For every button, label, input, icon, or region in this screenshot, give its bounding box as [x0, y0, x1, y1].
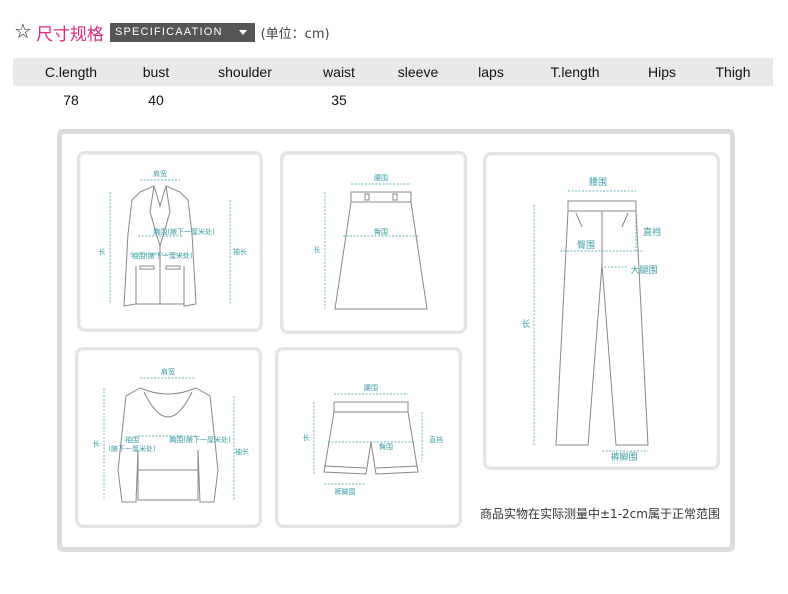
- val-bust: 40: [148, 92, 164, 108]
- pants-length-label: 长: [521, 318, 530, 330]
- jacket-waist-label: 袖围(腋下一厘米处): [131, 251, 193, 260]
- sweater-shoulder-label: 肩宽: [161, 367, 175, 376]
- spec-title: 尺寸规格: [35, 24, 104, 45]
- jacket-bust-label: 胸围(腋下一厘米处): [153, 227, 215, 236]
- shorts-waist-label: 腰围: [364, 384, 378, 392]
- sweater-length-label: 长: [93, 439, 100, 448]
- shorts-hips-label: 臀围: [379, 443, 393, 451]
- pants-hips-label: 臀围: [577, 240, 595, 251]
- col-hips: Hips: [647, 64, 677, 80]
- col-shoulder: shoulder: [218, 64, 272, 80]
- jacket-shoulder-label: 肩宽: [153, 169, 167, 178]
- shorts-diagram: 腰围 臀围 长 直裆 裤脚围: [275, 347, 462, 528]
- skirt-illustration: 腰围 臀围 长: [314, 174, 428, 310]
- col-waist: waist: [323, 64, 355, 80]
- pants-thigh-label: 大腿围: [630, 264, 657, 276]
- jacket-length-label: 长: [99, 247, 106, 256]
- shorts-rise-label: 直裆: [429, 435, 443, 444]
- jacket-sleeve-label: 袖长: [233, 247, 247, 256]
- val-c-length: 78: [63, 92, 79, 108]
- pants-illustration: 腰围 臀围 直裆 大腿围 长 裤脚围: [521, 177, 661, 463]
- sweater-bust-label: 胸围(腋下一厘米处): [169, 435, 231, 444]
- pants-diagram: 腰围 臀围 直裆 大腿围 长 裤脚围: [483, 152, 720, 470]
- skirt-waist-label: 腰围: [374, 174, 388, 182]
- sweater-sleeve-label: 袖长: [235, 447, 249, 456]
- col-bust: bust: [142, 64, 170, 80]
- spec-header: ☆ 尺寸规格 SPECIFICAATION (单位：cm): [14, 18, 330, 46]
- star-icon: ☆: [14, 21, 32, 43]
- table-row: 78 40 35: [13, 86, 773, 114]
- shorts-hem-label: 裤脚围: [335, 487, 356, 496]
- spec-label: SPECIFICAATION: [114, 26, 223, 38]
- pants-hem-label: 裤脚围: [610, 451, 637, 463]
- shorts-illustration: 腰围 臀围 长 直裆 裤脚围: [303, 384, 444, 496]
- pants-waist-label: 腰围: [589, 177, 607, 188]
- col-sleeve: sleeve: [397, 64, 439, 80]
- unit-label: (单位：cm): [260, 26, 330, 42]
- sweater-illustration: 肩宽 胸围(腋下一厘米处) 袖围 (腋下一厘米处) 长 袖长: [93, 367, 249, 503]
- sweater-sleeve-sub-label: (腋下一厘米处): [108, 444, 156, 453]
- val-waist: 35: [331, 92, 347, 108]
- pants-rise-label: 直裆: [643, 226, 661, 238]
- tolerance-note: 商品实物在实际测量中±1-2cm属于正常范围: [480, 507, 720, 521]
- shorts-length-label: 长: [303, 433, 310, 442]
- chevron-down-icon: [238, 29, 247, 35]
- skirt-hips-label: 臀围: [374, 228, 388, 236]
- size-table: C.length bust shoulder waist sleeve laps…: [13, 58, 773, 114]
- col-t-length: T.length: [550, 64, 600, 80]
- spec-dropdown[interactable]: SPECIFICAATION: [109, 22, 255, 42]
- sweater-sleeve-circ-label: 袖围: [125, 435, 139, 444]
- skirt-diagram: 腰围 臀围 长: [280, 151, 467, 334]
- col-c-length: C.length: [44, 64, 98, 80]
- col-thigh: Thigh: [715, 64, 751, 80]
- col-laps: laps: [478, 64, 504, 80]
- sweater-diagram: 肩宽 胸围(腋下一厘米处) 袖围 (腋下一厘米处) 长 袖长: [75, 347, 262, 528]
- jacket-illustration: 肩宽 胸围(腋下一厘米处) 袖围(腋下一厘米处) 长 袖长: [99, 169, 247, 307]
- jacket-diagram: 肩宽 胸围(腋下一厘米处) 袖围(腋下一厘米处) 长 袖长: [77, 151, 263, 332]
- skirt-length-label: 长: [314, 245, 321, 254]
- size-table-header: C.length bust shoulder waist sleeve laps…: [13, 58, 773, 86]
